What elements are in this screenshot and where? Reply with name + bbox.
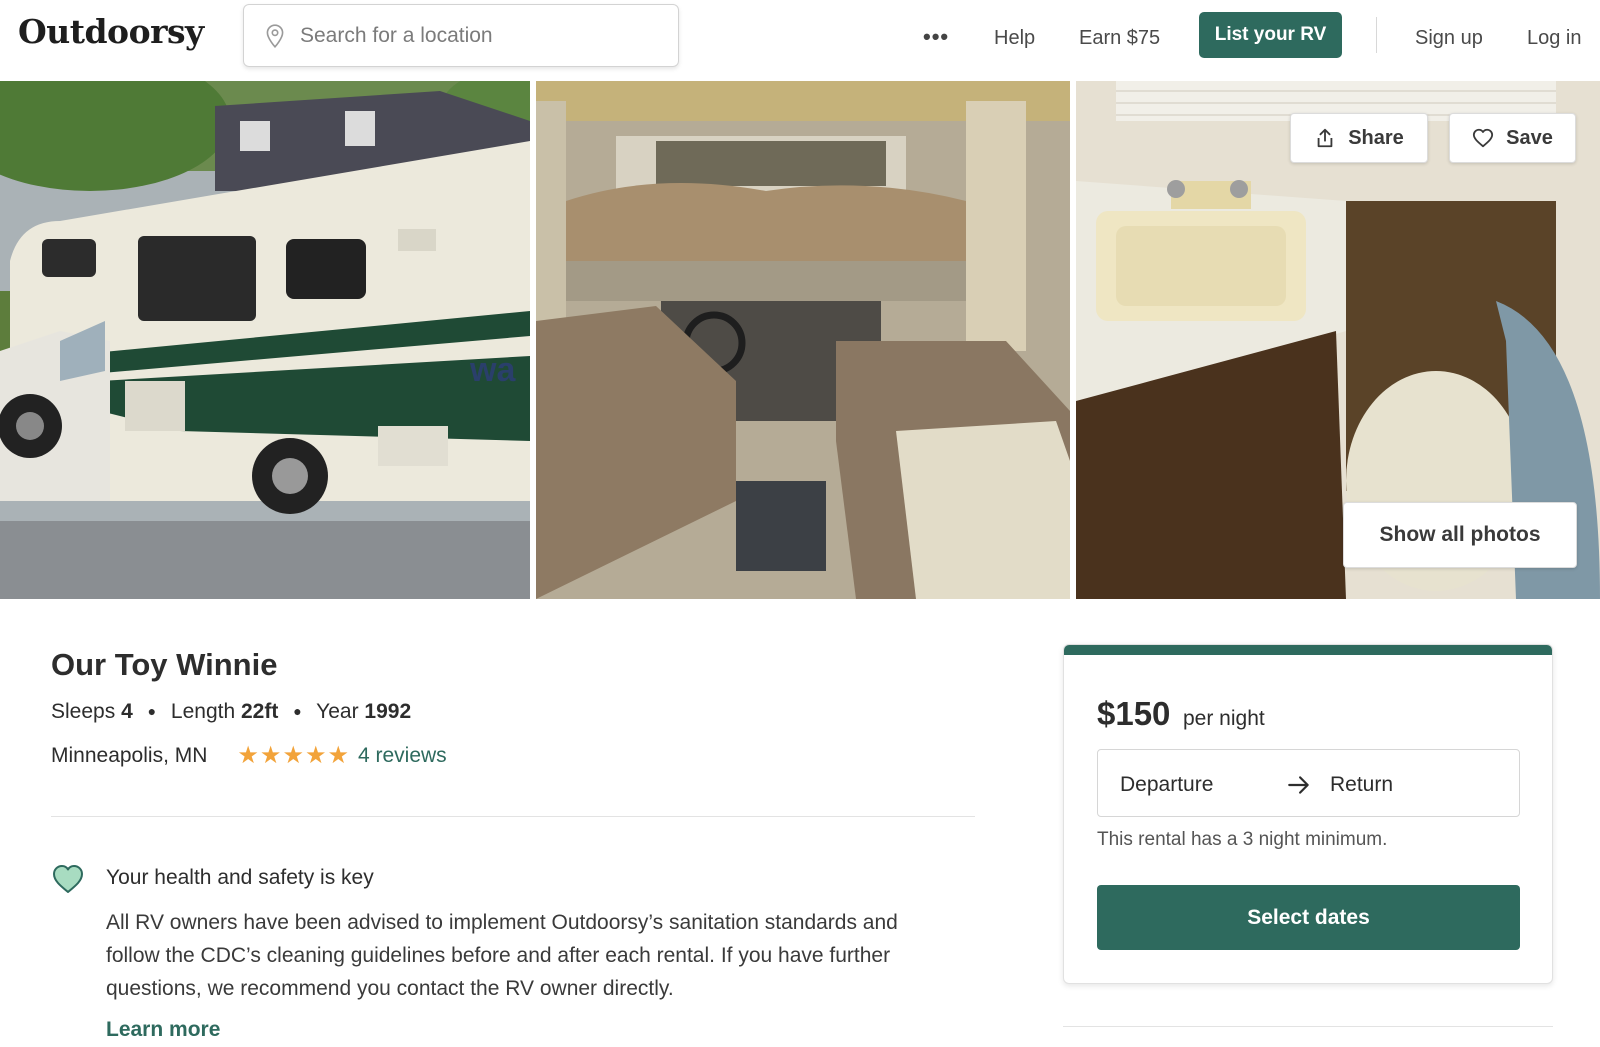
star-rating: ★ ★ ★ ★ ★ [237, 744, 350, 768]
nightly-price: $150 [1097, 695, 1171, 732]
search-input[interactable] [300, 23, 660, 48]
listing-title: Our Toy Winnie [51, 647, 278, 682]
save-label: Save [1506, 126, 1553, 149]
listing-specs: Sleeps 4 ● Length 22ft ● Year 1992 [51, 700, 411, 724]
heart-health-icon [53, 865, 83, 893]
health-safety-title: Your health and safety is key [106, 866, 374, 889]
length-label: Length [170, 700, 236, 723]
location-rating-row: Minneapolis, MN ★ ★ ★ ★ ★ 4 reviews [51, 744, 447, 768]
star-icon: ★ [327, 742, 349, 769]
per-night-label: per night [1183, 707, 1265, 730]
location-search[interactable] [243, 4, 679, 67]
separator-dot: ● [293, 703, 302, 719]
reviews-link[interactable]: 4 reviews [358, 744, 447, 768]
card-accent-band [1064, 645, 1552, 655]
share-icon [1317, 128, 1333, 148]
rv-exterior-photo[interactable]: wa [0, 81, 530, 599]
star-icon: ★ [304, 742, 327, 769]
nav-divider [1376, 17, 1377, 53]
date-range-picker[interactable]: Departure Return [1097, 749, 1520, 817]
photo-gallery: wa Share Save Show all photos [0, 81, 1600, 599]
svg-text:wa: wa [469, 351, 516, 389]
star-icon: ★ [259, 742, 282, 769]
card-bottom-divider [1063, 1026, 1553, 1027]
nav-help-link[interactable]: Help [994, 27, 1035, 50]
log-in-link[interactable]: Log in [1527, 27, 1582, 50]
return-field[interactable]: Return [1330, 773, 1393, 797]
show-all-photos-button[interactable]: Show all photos [1343, 502, 1577, 568]
section-divider [51, 816, 975, 817]
share-button[interactable]: Share [1290, 113, 1428, 163]
star-icon: ★ [282, 742, 304, 769]
rv-interior-photo[interactable] [536, 81, 1070, 599]
save-button[interactable]: Save [1449, 113, 1576, 163]
sleeps-value: 4 [121, 700, 133, 723]
sleeps-label: Sleeps [51, 700, 116, 723]
health-safety-text: All RV owners have been advised to imple… [106, 911, 898, 1000]
length-value: 22ft [240, 700, 279, 723]
list-your-rv-button[interactable]: List your RV [1199, 12, 1342, 58]
sign-up-link[interactable]: Sign up [1415, 27, 1483, 50]
location-pin-icon [266, 23, 284, 48]
minimum-stay-note: This rental has a 3 night minimum. [1097, 829, 1388, 850]
year-label: Year [316, 700, 359, 723]
outdoorsy-logo[interactable]: Outdoorsy [18, 12, 204, 51]
heart-icon [1473, 128, 1494, 148]
listing-location: Minneapolis, MN [51, 744, 208, 767]
select-dates-button[interactable]: Select dates [1097, 885, 1520, 950]
learn-more-link[interactable]: Learn more [106, 1018, 220, 1042]
more-menu-icon[interactable]: ••• [923, 24, 949, 50]
year-value: 1992 [364, 700, 412, 723]
separator-dot: ● [147, 703, 157, 719]
star-icon: ★ [237, 742, 259, 769]
departure-field[interactable]: Departure [1120, 773, 1213, 797]
share-label: Share [1348, 126, 1404, 149]
arrow-right-icon [1288, 776, 1309, 794]
nav-earn-link[interactable]: Earn $75 [1079, 27, 1160, 50]
booking-card: $150 per night Departure Return This ren… [1063, 644, 1553, 984]
top-navigation: Outdoorsy ••• Help Earn $75 List your RV… [0, 0, 1600, 80]
